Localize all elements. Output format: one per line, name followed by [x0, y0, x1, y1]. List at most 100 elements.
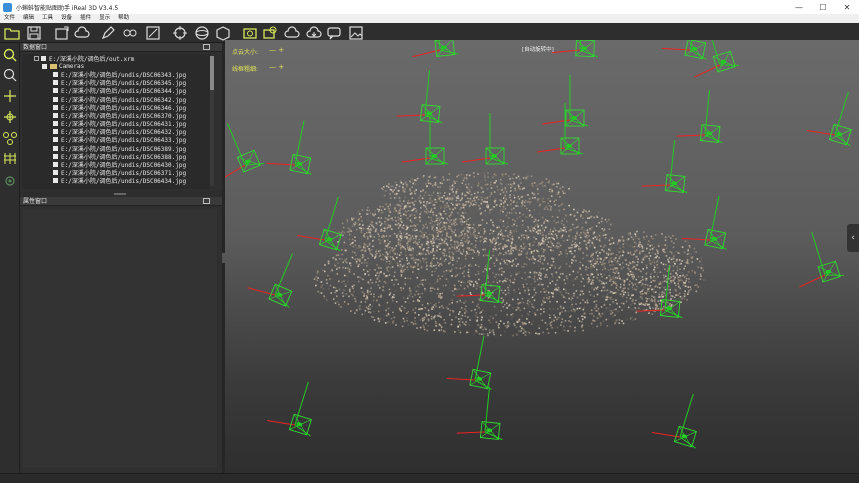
point-size-control[interactable]: — + [269, 46, 284, 54]
tree-checkbox[interactable] [53, 96, 58, 102]
camera-frustum[interactable] [680, 40, 739, 79]
tree-checkbox[interactable] [53, 129, 58, 135]
tree-checkbox[interactable] [53, 178, 58, 184]
camera-frustum[interactable] [461, 113, 509, 165]
data-panel-title: 数据窗口 [23, 44, 48, 51]
camera-frustum[interactable] [225, 117, 264, 182]
window-controls: — ☐ ✕ [787, 0, 859, 14]
measure-icon[interactable] [145, 25, 161, 41]
camera-frustum[interactable] [676, 87, 728, 144]
camera-frustum[interactable] [396, 67, 448, 124]
tree-file-row[interactable]: E:/深溪小院/调色后/undis/DSC06434.jpg [22, 177, 210, 185]
camera-frustum[interactable] [536, 103, 584, 155]
tree-scrollbar[interactable] [210, 56, 214, 186]
side-panel-toggle[interactable]: ‹ [847, 224, 859, 252]
camera-frustum[interactable] [651, 386, 710, 449]
search-icon[interactable] [2, 47, 18, 63]
menu-view[interactable]: 显示 [95, 14, 114, 23]
camera-frustum[interactable] [806, 84, 859, 147]
tree-checkbox[interactable] [41, 55, 46, 61]
float-panel-icon[interactable] [203, 198, 210, 204]
line-width-label: 线框粗细: [232, 66, 259, 73]
tree-checkbox[interactable] [53, 104, 58, 110]
link-icon[interactable] [122, 25, 138, 41]
record-icon[interactable] [2, 173, 18, 189]
tree-checkbox[interactable] [53, 170, 58, 176]
title-bar: 小蝌蚪智能贴图助手 iReal 3D V3.4.5 — ☐ ✕ [0, 0, 859, 14]
menu-edit[interactable]: 编辑 [19, 14, 38, 23]
float-panel-icon[interactable] [203, 44, 210, 50]
file-label: E:/深溪小院/调色后/undis/DSC06434.jpg [61, 178, 187, 186]
tree-checkbox[interactable] [53, 88, 58, 94]
gallery-icon[interactable] [348, 25, 364, 41]
property-content [23, 209, 217, 467]
tree-checkbox[interactable] [53, 121, 58, 127]
camera-frustum[interactable] [681, 190, 736, 250]
camera-frustum[interactable] [641, 137, 693, 194]
data-panel-header: 数据窗口 [20, 43, 222, 52]
zoom-icon[interactable] [2, 67, 18, 83]
crosshair-icon[interactable] [2, 88, 18, 104]
property-panel-title: 属性窗口 [23, 198, 48, 205]
tree-checkbox[interactable] [42, 63, 47, 69]
camera-frustum[interactable] [266, 115, 321, 175]
panel-resize-handle[interactable] [114, 193, 126, 195]
camera-group-icon[interactable] [242, 25, 258, 41]
chat-icon[interactable] [326, 25, 342, 41]
tree-checkbox[interactable] [53, 137, 58, 143]
window-title: 小蝌蚪智能贴图助手 iReal 3D V3.4.5 [16, 4, 119, 12]
viewport-3d[interactable]: 点云大小: — + 线框粗细: — + [自动旋转中] ‹ [225, 40, 859, 473]
tree-checkbox[interactable] [53, 153, 58, 159]
edit-icon[interactable] [100, 25, 116, 41]
menu-tools[interactable]: 工具 [38, 14, 57, 23]
tree-checkbox[interactable] [53, 162, 58, 168]
app-logo-icon [3, 2, 12, 12]
camera-frustum[interactable] [266, 374, 325, 437]
camera-frustum[interactable] [785, 227, 844, 289]
camera-frustum[interactable] [661, 40, 716, 60]
scene-tree: E:/深溪小院/调色后/out.xrm Cameras E:/深溪小院/调色后/… [22, 54, 210, 189]
tree-root-label: E:/深溪小院/调色后/out.xrm [49, 55, 135, 63]
maximize-button[interactable]: ☐ [811, 0, 835, 14]
import-icon[interactable] [54, 25, 70, 41]
target-icon[interactable] [172, 25, 188, 41]
line-width-control[interactable]: — + [269, 63, 284, 71]
open-folder-icon[interactable] [4, 25, 20, 41]
minimize-button[interactable]: — [787, 0, 811, 14]
network-icon[interactable] [2, 130, 18, 146]
camera-frustum[interactable] [408, 40, 459, 59]
photo-group-icon[interactable] [262, 25, 278, 41]
left-toolbar [0, 43, 20, 483]
menu-file[interactable]: 文件 [0, 14, 19, 23]
camera-frustum[interactable] [247, 243, 309, 308]
camera-frustum[interactable] [446, 330, 501, 390]
save-icon[interactable] [26, 25, 42, 41]
package-icon[interactable] [215, 25, 231, 41]
auto-rotate-status: [自动旋转中] [522, 47, 554, 53]
cloud-outline-icon[interactable] [284, 25, 300, 41]
align-icon[interactable] [2, 109, 18, 125]
tree-checkbox[interactable] [53, 71, 58, 77]
tree-checkbox[interactable] [53, 112, 58, 118]
folder-icon [50, 63, 57, 69]
app-window: 小蝌蚪智能贴图助手 iReal 3D V3.4.5 — ☐ ✕ 文件 编辑 工具… [0, 0, 859, 483]
menu-device[interactable]: 设备 [57, 14, 76, 23]
cloud-icon[interactable] [74, 25, 90, 41]
menu-plugins[interactable]: 插件 [76, 14, 95, 23]
cloud-download-icon[interactable] [306, 25, 322, 41]
camera-frustum[interactable] [551, 40, 600, 58]
close-button[interactable]: ✕ [835, 0, 859, 14]
tree-root[interactable]: E:/深溪小院/调色后/out.xrm [22, 54, 210, 63]
point-cloud [313, 172, 705, 337]
data-panel: 数据窗口 E:/深溪小院/调色后/out.xrm Cameras E:/深溪小院… [20, 43, 222, 191]
menu-help[interactable]: 帮助 [114, 14, 133, 23]
grid-icon[interactable] [2, 150, 18, 166]
scrollbar-thumb[interactable] [210, 56, 214, 90]
tree-checkbox[interactable] [53, 80, 58, 86]
collapse-icon[interactable] [34, 55, 39, 61]
tree-checkbox[interactable] [53, 145, 58, 151]
property-panel-header: 属性窗口 [20, 197, 222, 206]
sphere-icon[interactable] [194, 25, 210, 41]
point-size-label: 点云大小: [232, 49, 259, 56]
camera-frustum[interactable] [456, 384, 508, 441]
